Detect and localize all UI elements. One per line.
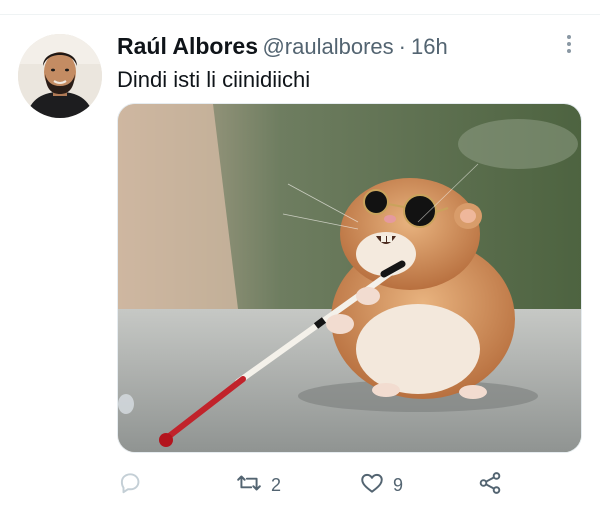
like-button[interactable]: 9 xyxy=(359,470,403,500)
tweet-actions: 2 9 xyxy=(117,470,582,500)
retweet-icon xyxy=(235,470,263,501)
more-vertical-icon[interactable] xyxy=(559,33,579,55)
tweet[interactable]: Raúl Albores @raulalbores · 16h Dindi isti… xyxy=(0,15,600,506)
retweet-button[interactable]: 2 xyxy=(235,470,281,500)
reply-icon xyxy=(117,470,143,501)
author-handle[interactable]: @raulalbores xyxy=(262,34,393,59)
timestamp[interactable]: 16h xyxy=(411,34,448,59)
tweet-header: Raúl Albores @raulalbores · 16h xyxy=(117,33,448,59)
retweet-count: 2 xyxy=(271,474,282,495)
like-count: 9 xyxy=(393,474,404,495)
tweet-text: Dindi isti li ciinidiichi xyxy=(117,67,311,92)
reply-button[interactable] xyxy=(117,470,151,500)
tweet-photo[interactable] xyxy=(117,103,582,453)
heart-icon xyxy=(359,470,385,501)
share-icon xyxy=(477,470,503,501)
share-button[interactable] xyxy=(477,470,503,500)
author-name[interactable]: Raúl Albores xyxy=(117,33,258,59)
avatar[interactable] xyxy=(18,34,102,118)
separator-dot: · xyxy=(398,34,406,59)
